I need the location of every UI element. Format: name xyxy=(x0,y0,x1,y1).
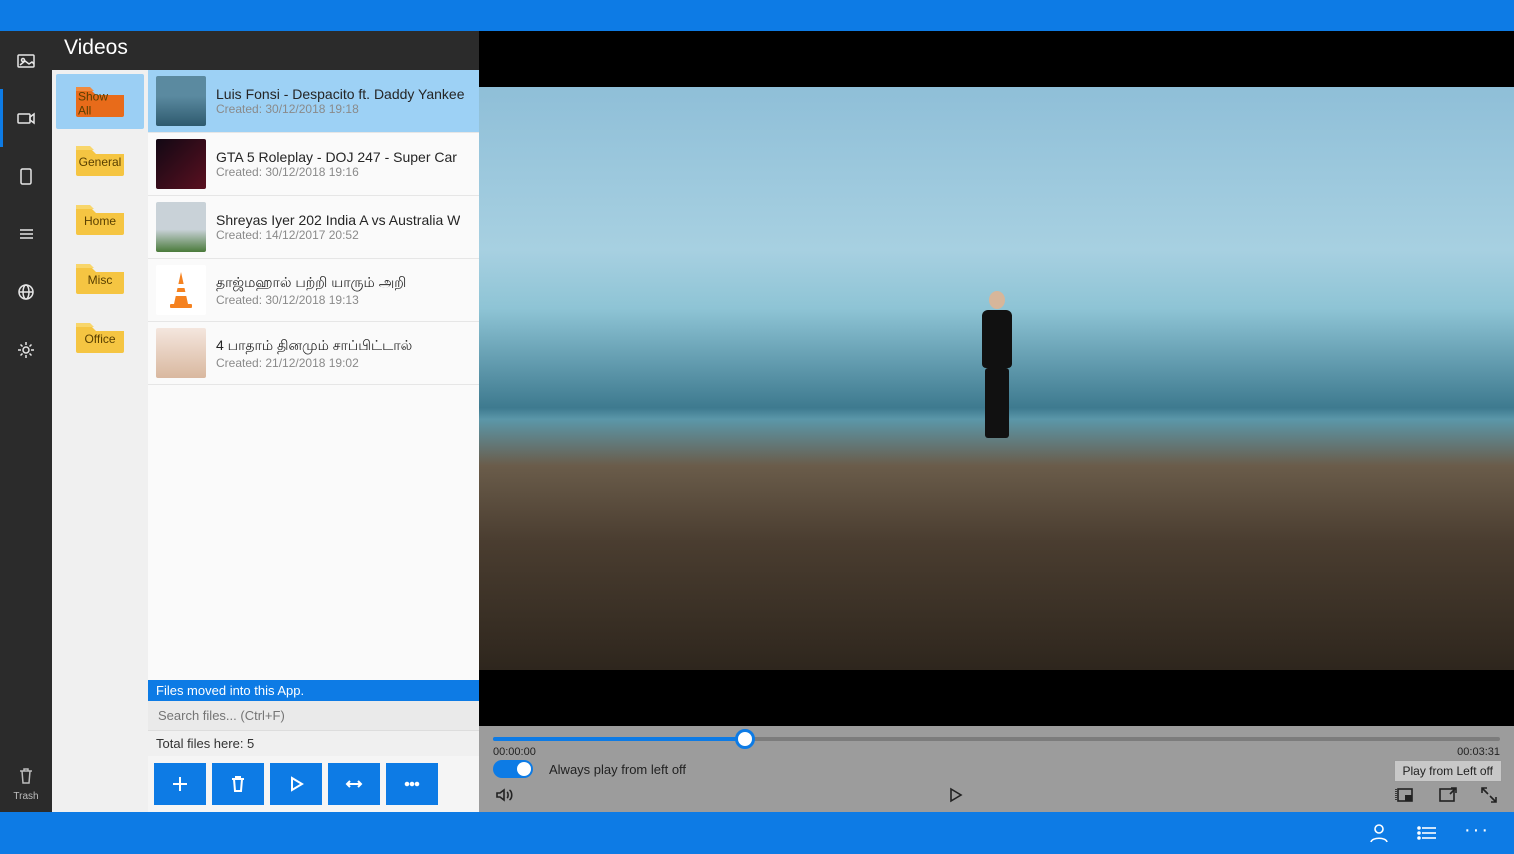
file-list[interactable]: Luis Fonsi - Despacito ft. Daddy Yankee … xyxy=(148,70,479,680)
folder-office[interactable]: Office xyxy=(56,310,144,365)
mini-player-button[interactable] xyxy=(1394,784,1416,806)
file-row[interactable]: தாஜ்மஹால் பற்றி யாரும் அறி Created: 30/1… xyxy=(148,259,479,322)
file-row[interactable]: 4 பாதாம் தினமும் சாப்பிட்டால் Created: 2… xyxy=(148,322,479,385)
fullscreen-icon xyxy=(1479,785,1499,805)
file-thumbnail xyxy=(156,76,206,126)
folder-label: Show All xyxy=(78,89,122,117)
add-button[interactable] xyxy=(154,763,206,805)
video-subject xyxy=(976,291,1018,441)
trash-icon xyxy=(16,765,36,787)
file-created: Created: 21/12/2018 19:02 xyxy=(216,356,412,370)
account-button[interactable] xyxy=(1368,822,1390,844)
nav-device[interactable] xyxy=(0,147,52,205)
file-thumbnail xyxy=(156,265,206,315)
video-frame xyxy=(479,87,1514,669)
seek-bar[interactable] xyxy=(493,726,1500,752)
fullscreen-button[interactable] xyxy=(1478,784,1500,806)
volume-button[interactable] xyxy=(493,784,515,806)
appbar-more-button[interactable]: ··· xyxy=(1464,820,1490,846)
nav-photos[interactable] xyxy=(0,31,52,89)
globe-icon xyxy=(16,282,36,302)
file-created: Created: 30/12/2018 19:13 xyxy=(216,293,406,307)
pip-icon xyxy=(1437,785,1457,805)
total-files-label: Total files here: 5 xyxy=(148,730,479,756)
more-icon xyxy=(402,774,422,794)
file-title: GTA 5 Roleplay - DOJ 247 - Super Car xyxy=(216,149,457,165)
nav-web[interactable] xyxy=(0,263,52,321)
titlebar xyxy=(0,0,1514,31)
file-thumbnail xyxy=(156,139,206,189)
folder-list: Show All General Home Misc xyxy=(52,70,148,812)
library-panel: Videos Show All General Home xyxy=(52,31,479,812)
plus-icon xyxy=(170,774,190,794)
file-thumbnail xyxy=(156,328,206,378)
nav-list[interactable] xyxy=(0,205,52,263)
folder-show-all[interactable]: Show All xyxy=(56,74,144,129)
main-row: Trash Videos Show All General xyxy=(0,31,1514,812)
file-row[interactable]: Luis Fonsi - Despacito ft. Daddy Yankee … xyxy=(148,70,479,133)
file-title: தாஜ்மஹால் பற்றி யாரும் அறி xyxy=(216,274,406,293)
app-window: Trash Videos Show All General xyxy=(0,31,1514,854)
seek-thumb[interactable] xyxy=(735,729,755,749)
move-button[interactable] xyxy=(328,763,380,805)
bottom-app-bar: ··· xyxy=(0,812,1514,854)
tablet-icon xyxy=(16,166,36,186)
mini-player-icon xyxy=(1395,785,1415,805)
folder-general[interactable]: General xyxy=(56,133,144,188)
play-pause-button[interactable] xyxy=(944,784,966,806)
list-icon xyxy=(16,224,36,244)
file-title: Luis Fonsi - Despacito ft. Daddy Yankee xyxy=(216,86,465,102)
nav-settings[interactable] xyxy=(0,321,52,379)
nav-trash[interactable]: Trash xyxy=(0,765,52,812)
more-button[interactable] xyxy=(386,763,438,805)
pip-button[interactable] xyxy=(1436,784,1458,806)
delete-button[interactable] xyxy=(212,763,264,805)
file-thumbnail xyxy=(156,202,206,252)
list-icon xyxy=(1416,822,1438,844)
file-created: Created: 30/12/2018 19:18 xyxy=(216,102,465,116)
search-input[interactable] xyxy=(148,701,479,730)
volume-icon xyxy=(494,785,514,805)
always-play-label: Always play from left off xyxy=(549,762,686,777)
play-icon xyxy=(286,774,306,794)
file-created: Created: 14/12/2017 20:52 xyxy=(216,228,460,242)
list-actions xyxy=(148,756,479,812)
player-controls: 00:00:00 00:03:31 Always play from left … xyxy=(479,726,1514,812)
always-play-toggle[interactable] xyxy=(493,760,533,778)
gear-icon xyxy=(16,340,36,360)
play-icon xyxy=(945,785,965,805)
folder-label: Misc xyxy=(88,272,113,286)
file-title: 4 பாதாம் தினமும் சாப்பிட்டால் xyxy=(216,337,412,356)
queue-button[interactable] xyxy=(1416,822,1438,844)
folder-label: General xyxy=(79,154,122,168)
arrows-horizontal-icon xyxy=(344,774,364,794)
tooltip-play-from-left-off: Play from Left off xyxy=(1394,760,1503,782)
player-panel: 00:00:00 00:03:31 Always play from left … xyxy=(479,31,1514,812)
folder-home[interactable]: Home xyxy=(56,192,144,247)
photo-icon xyxy=(16,50,36,70)
status-message: Files moved into this App. xyxy=(148,680,479,701)
file-row[interactable]: Shreyas Iyer 202 India A vs Australia W … xyxy=(148,196,479,259)
file-row[interactable]: GTA 5 Roleplay - DOJ 247 - Super Car Cre… xyxy=(148,133,479,196)
video-area[interactable] xyxy=(479,31,1514,726)
folder-label: Home xyxy=(84,213,116,227)
play-button[interactable] xyxy=(270,763,322,805)
video-icon xyxy=(16,108,36,128)
cone-icon xyxy=(166,270,196,310)
nav-videos[interactable] xyxy=(0,89,52,147)
seek-fill xyxy=(493,737,745,741)
file-title: Shreyas Iyer 202 India A vs Australia W xyxy=(216,212,460,228)
trash-label: Trash xyxy=(13,791,38,802)
folder-label: Office xyxy=(84,331,115,345)
trash-icon xyxy=(228,774,248,794)
folder-misc[interactable]: Misc xyxy=(56,251,144,306)
person-icon xyxy=(1368,822,1390,844)
nav-rail-top xyxy=(0,31,52,765)
file-created: Created: 30/12/2018 19:16 xyxy=(216,165,457,179)
file-list-panel: Luis Fonsi - Despacito ft. Daddy Yankee … xyxy=(148,70,479,812)
library-title: Videos xyxy=(52,31,479,70)
nav-rail: Trash xyxy=(0,31,52,812)
